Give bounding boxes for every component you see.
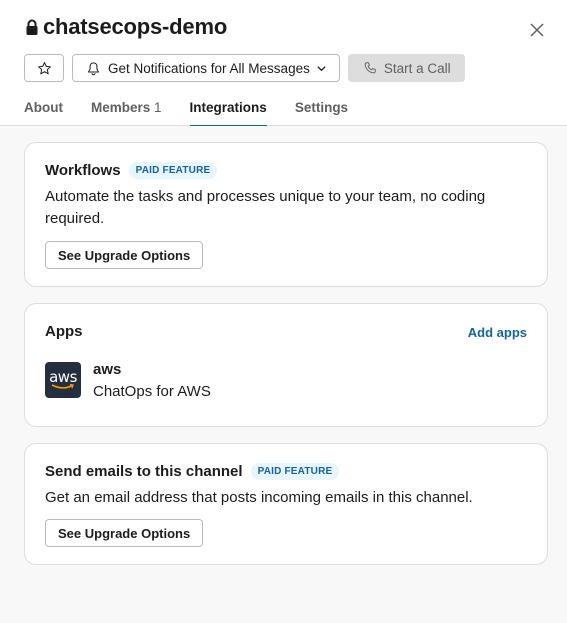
tab-members-label: Members bbox=[90, 100, 151, 115]
workflows-upgrade-button[interactable]: See Upgrade Options bbox=[45, 241, 204, 269]
channel-title-row: chatsecops-demo bbox=[25, 14, 227, 40]
apps-title-row: Apps bbox=[45, 323, 83, 340]
paid-feature-badge: PAID FEATURE bbox=[250, 463, 340, 480]
app-name[interactable]: aws bbox=[93, 359, 211, 381]
tab-integrations[interactable]: Integrations bbox=[189, 100, 268, 127]
channel-tabs: About Members 1 Integrations Settings bbox=[24, 100, 376, 127]
star-channel-button[interactable] bbox=[24, 54, 64, 82]
integrations-panel: Workflows PAID FEATURE Automate the task… bbox=[0, 126, 567, 623]
phone-icon bbox=[363, 61, 377, 75]
workflows-card: Workflows PAID FEATURE Automate the task… bbox=[24, 142, 548, 287]
app-description: ChatOps for AWS bbox=[93, 383, 211, 400]
tab-settings[interactable]: Settings bbox=[295, 100, 348, 126]
add-apps-link[interactable]: Add apps bbox=[468, 325, 527, 340]
tab-settings-label: Settings bbox=[294, 100, 349, 115]
tab-integrations-label: Integrations bbox=[189, 100, 267, 115]
tab-about-label: About bbox=[24, 100, 63, 115]
aws-smile-icon bbox=[51, 384, 74, 389]
star-icon bbox=[37, 61, 51, 74]
email-description: Get an email address that posts incoming… bbox=[45, 489, 473, 506]
start-call-button[interactable]: Start a Call bbox=[347, 54, 465, 82]
action-row: Get Notifications for All Messages Start… bbox=[24, 54, 465, 82]
workflows-title-row: Workflows PAID FEATURE bbox=[45, 162, 218, 179]
notifications-label: Get Notifications for All Messages bbox=[108, 60, 310, 76]
tab-about[interactable]: About bbox=[24, 100, 63, 126]
close-button[interactable] bbox=[527, 20, 547, 40]
chevron-down-icon bbox=[316, 63, 327, 74]
email-title-row: Send emails to this channel PAID FEATURE bbox=[45, 463, 340, 480]
email-upgrade-button[interactable]: See Upgrade Options bbox=[45, 519, 204, 547]
close-icon bbox=[530, 23, 544, 37]
members-count: 1 bbox=[154, 100, 162, 115]
aws-logo-text: aws bbox=[49, 368, 77, 386]
tab-members[interactable]: Members 1 bbox=[91, 100, 162, 126]
workflows-description: Automate the tasks and processes unique … bbox=[45, 188, 486, 227]
channel-details-header: chatsecops-demo Get Notifications for Al… bbox=[0, 0, 567, 127]
workflows-title: Workflows bbox=[45, 162, 121, 179]
email-title: Send emails to this channel bbox=[45, 463, 243, 480]
apps-card: Apps Add apps aws aws ChatOps for AWS bbox=[24, 303, 548, 427]
app-info: aws ChatOps for AWS bbox=[93, 359, 211, 403]
bell-icon bbox=[86, 61, 101, 76]
channel-title: chatsecops-demo bbox=[43, 14, 228, 39]
send-emails-card: Send emails to this channel PAID FEATURE… bbox=[24, 443, 548, 565]
call-label: Start a Call bbox=[383, 60, 451, 76]
apps-title: Apps bbox=[45, 323, 83, 340]
paid-feature-badge: PAID FEATURE bbox=[128, 162, 218, 179]
notifications-button[interactable]: Get Notifications for All Messages bbox=[72, 54, 340, 82]
lock-icon bbox=[25, 19, 39, 36]
aws-logo-icon: aws bbox=[45, 362, 81, 398]
app-list-item[interactable]: aws aws ChatOps for AWS bbox=[45, 359, 211, 403]
